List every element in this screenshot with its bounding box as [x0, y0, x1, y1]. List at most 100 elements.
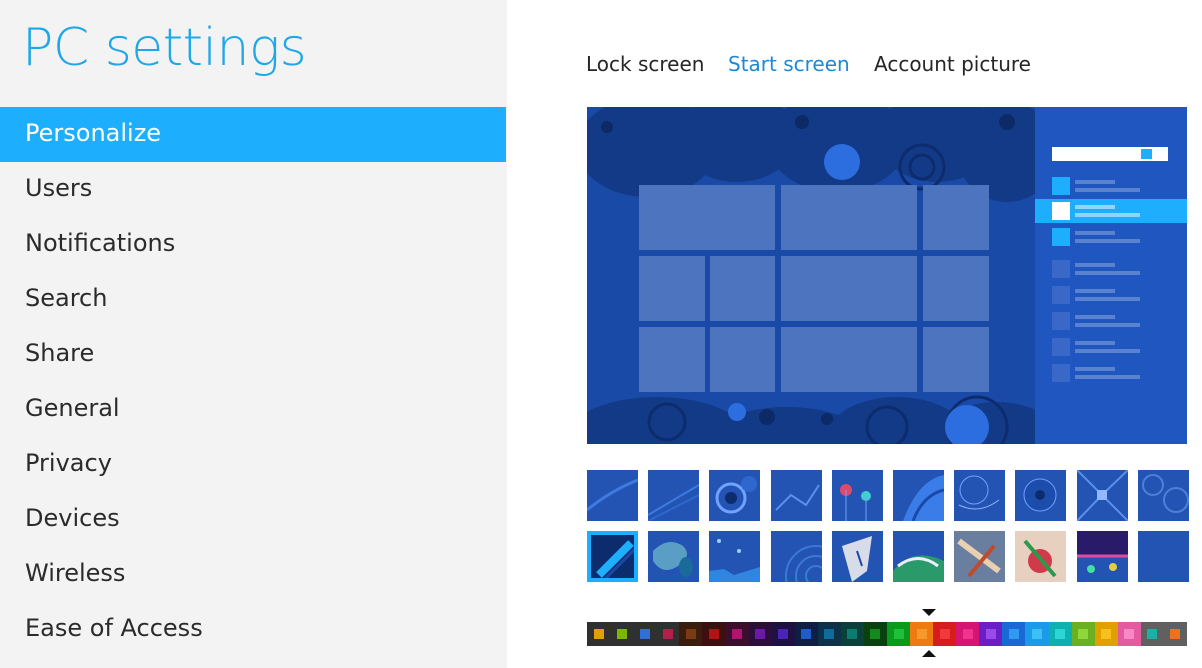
color-swatch[interactable]: [887, 622, 911, 646]
color-swatch-chip: [1008, 629, 1019, 639]
color-swatch[interactable]: [794, 622, 818, 646]
background-pattern-thumbnail[interactable]: [648, 470, 700, 521]
color-swatch[interactable]: [725, 622, 749, 646]
sidebar-item-users[interactable]: Users: [0, 162, 506, 217]
background-pattern-thumbnail[interactable]: [1076, 470, 1128, 521]
background-pattern-thumbnail[interactable]: [893, 531, 944, 582]
color-swatch-chip: [593, 629, 604, 639]
background-pattern-thumbnail[interactable]: [1015, 470, 1067, 521]
app-title: PC settings: [22, 18, 307, 78]
background-pattern-thumbnail[interactable]: [770, 470, 822, 521]
pane-row: [1035, 283, 1187, 307]
color-swatch-chip: [778, 629, 789, 639]
color-swatch-chip: [939, 629, 950, 639]
color-swatch[interactable]: [979, 622, 1003, 646]
pane-row: [1035, 335, 1187, 359]
tab-account-picture[interactable]: Account picture: [874, 52, 1031, 76]
pane-row: [1035, 361, 1187, 385]
background-pattern-thumbnail[interactable]: [893, 470, 944, 521]
color-swatch-chip: [962, 629, 973, 639]
sidebar-item-search[interactable]: Search: [0, 272, 506, 327]
background-pattern-thumbnail[interactable]: [1137, 470, 1189, 521]
color-swatch-chip: [662, 629, 673, 639]
background-pattern-thumbnail[interactable]: [1137, 531, 1189, 582]
color-swatch[interactable]: [1140, 622, 1164, 646]
color-swatch[interactable]: [656, 622, 680, 646]
color-swatch-chip: [1078, 629, 1089, 639]
background-pattern-thumbnail[interactable]: [587, 470, 638, 521]
color-swatch[interactable]: [1117, 622, 1141, 646]
color-swatch-chip: [870, 629, 881, 639]
sidebar-item-personalize[interactable]: Personalize: [0, 107, 506, 162]
color-swatch[interactable]: [771, 622, 795, 646]
sidebar-item-privacy[interactable]: Privacy: [0, 437, 506, 492]
preview-pattern: [587, 107, 1035, 444]
background-pattern-thumbnail[interactable]: [587, 531, 638, 582]
color-swatch-chip: [685, 629, 696, 639]
color-swatch[interactable]: [748, 622, 772, 646]
color-swatch[interactable]: [1094, 622, 1118, 646]
color-swatch[interactable]: [863, 622, 888, 646]
color-swatch[interactable]: [840, 622, 864, 646]
color-selector-marker-top: [921, 609, 936, 616]
color-swatch-chip: [985, 629, 996, 639]
tab-start-screen[interactable]: Start screen: [728, 52, 850, 76]
sidebar-item-devices[interactable]: Devices: [0, 492, 506, 547]
color-swatch[interactable]: [933, 622, 957, 646]
color-swatch[interactable]: [587, 622, 611, 646]
color-swatch-chip: [801, 629, 812, 639]
sidebar-item-general[interactable]: General: [0, 382, 506, 437]
color-picker-bar[interactable]: [587, 622, 1188, 646]
background-pattern-thumbnail[interactable]: [954, 531, 1006, 582]
color-swatch[interactable]: [1163, 622, 1188, 646]
color-swatch[interactable]: [633, 622, 657, 646]
color-swatch-chip: [916, 629, 927, 639]
color-swatch-chip: [1147, 629, 1158, 639]
color-swatch-chip: [1101, 629, 1112, 639]
color-swatch-chip: [847, 629, 858, 639]
pane-search-icon: [1139, 149, 1152, 159]
color-swatch[interactable]: [1025, 622, 1049, 646]
sidebar: PC settings Personalize Users Notification…: [0, 0, 507, 668]
main-content: Lock screen Start screen Account picture: [507, 0, 1202, 668]
tab-lock-screen[interactable]: Lock screen: [586, 52, 704, 76]
sidebar-item-wireless[interactable]: Wireless: [0, 547, 506, 602]
color-swatch-chip: [893, 629, 904, 639]
color-swatch[interactable]: [1071, 622, 1095, 646]
color-swatch-chip: [755, 629, 766, 639]
color-selector-marker-bottom: [921, 650, 936, 657]
start-screen-preview: [587, 107, 1187, 444]
sidebar-item-share[interactable]: Share: [0, 327, 506, 382]
color-swatch[interactable]: [610, 622, 634, 646]
color-swatch-chip: [732, 629, 742, 639]
pane-row-selected: [1035, 199, 1187, 223]
color-swatch-chip: [616, 629, 627, 639]
pane-row: [1035, 257, 1187, 281]
background-pattern-picker: [587, 470, 1189, 582]
sidebar-item-ease-of-access[interactable]: Ease of Access: [0, 602, 506, 657]
pane-row: [1035, 174, 1187, 198]
background-pattern-thumbnail[interactable]: [831, 531, 883, 582]
color-swatch[interactable]: [910, 622, 934, 646]
color-swatch[interactable]: [1048, 622, 1072, 646]
color-swatch-chip: [1124, 629, 1135, 639]
color-swatch-chip: [1032, 629, 1043, 639]
background-pattern-thumbnail[interactable]: [709, 531, 761, 582]
color-swatch[interactable]: [1002, 622, 1026, 646]
color-swatch-chip: [639, 629, 650, 639]
sidebar-item-notifications[interactable]: Notifications: [0, 217, 506, 272]
background-pattern-thumbnail[interactable]: [648, 531, 700, 582]
background-pattern-thumbnail[interactable]: [954, 470, 1006, 521]
background-pattern-thumbnail[interactable]: [831, 470, 883, 521]
pane-row: [1035, 225, 1187, 249]
color-swatch[interactable]: [679, 622, 703, 646]
background-pattern-thumbnail[interactable]: [1076, 531, 1128, 582]
color-swatch[interactable]: [702, 622, 726, 646]
background-pattern-thumbnail[interactable]: [1015, 531, 1067, 582]
color-swatch[interactable]: [817, 622, 841, 646]
color-swatch-chip: [824, 629, 835, 639]
color-swatch-chip: [708, 629, 719, 639]
color-swatch[interactable]: [956, 622, 980, 646]
background-pattern-thumbnail[interactable]: [709, 470, 761, 521]
background-pattern-thumbnail[interactable]: [770, 531, 822, 582]
